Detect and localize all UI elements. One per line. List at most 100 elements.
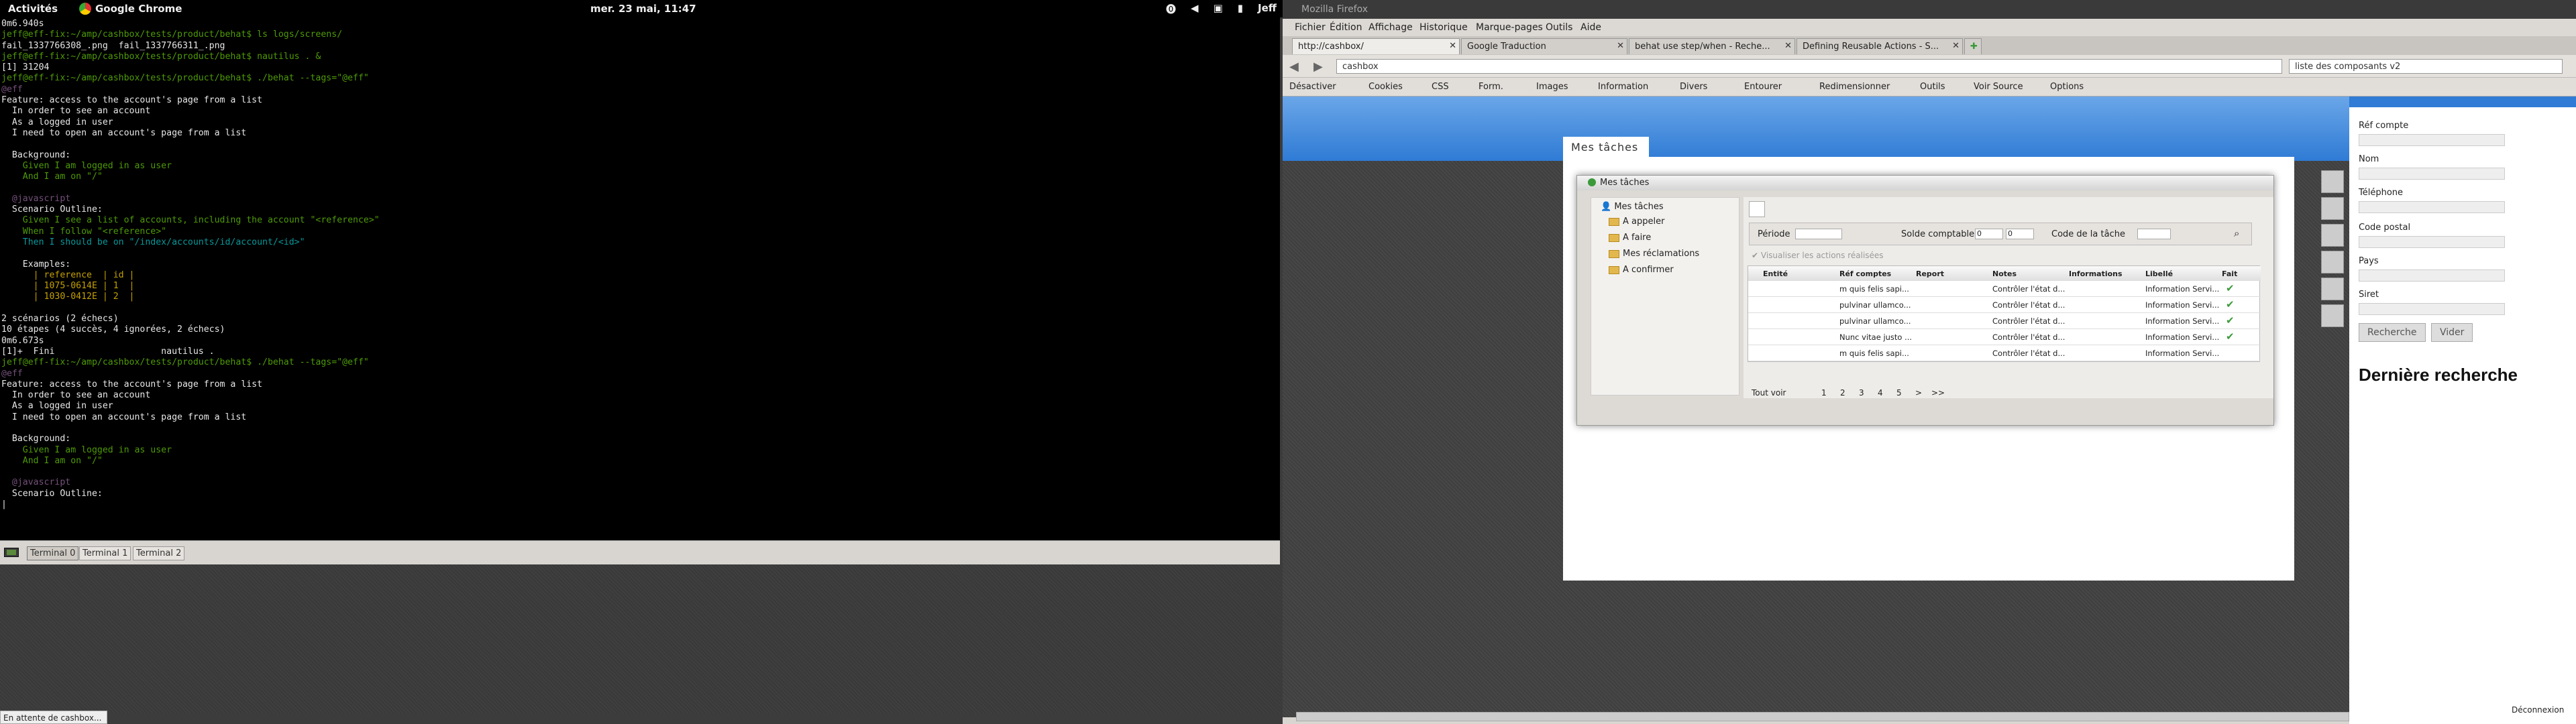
- done-cell: ✔: [2226, 298, 2235, 310]
- col-entite[interactable]: Entité: [1763, 269, 1788, 278]
- dev-desactiver[interactable]: Désactiver: [1289, 82, 1336, 92]
- tool-icon[interactable]: [2321, 278, 2344, 300]
- horizontal-scrollbar[interactable]: [1296, 712, 2349, 721]
- code-postal-input[interactable]: [2359, 236, 2505, 248]
- terminal-output[interactable]: 0m6.940s jeff@eff-fix:~/amp/cashbox/tests…: [0, 17, 1280, 540]
- page-last[interactable]: >>: [1931, 388, 1945, 398]
- edit-icon[interactable]: [1749, 201, 1765, 217]
- pays-input[interactable]: [2359, 269, 2505, 282]
- back-icon[interactable]: ◀: [1289, 60, 1299, 74]
- page-tab-mes-taches[interactable]: Mes tâches: [1563, 137, 1649, 157]
- tree-item-a-confirmer[interactable]: A confirmer: [1609, 265, 1674, 277]
- dev-cookies[interactable]: Cookies: [1368, 82, 1403, 92]
- table-row[interactable]: pulvinar ullamco... Contrôler l'état d...…: [1748, 297, 2261, 313]
- logout-link[interactable]: Déconnexion: [2512, 705, 2564, 715]
- search-button[interactable]: Recherche: [2359, 323, 2426, 342]
- page-5[interactable]: 5: [1896, 388, 1902, 398]
- chrome-icon: [79, 3, 91, 15]
- dev-redimensionner[interactable]: Redimensionner: [1819, 82, 1890, 92]
- close-icon[interactable]: ✕: [1784, 41, 1792, 51]
- dev-css[interactable]: CSS: [1432, 82, 1449, 92]
- app-menu[interactable]: Google Chrome: [95, 3, 182, 15]
- page-3[interactable]: 3: [1859, 388, 1864, 398]
- page-2[interactable]: 2: [1840, 388, 1845, 398]
- dev-entourer[interactable]: Entourer: [1744, 82, 1782, 92]
- table-row[interactable]: m quis felis sapi... Contrôler l'état d..…: [1748, 281, 2261, 297]
- ref-compte-input[interactable]: [2359, 134, 2505, 146]
- tree-root[interactable]: 👤 Mes tâches: [1601, 202, 1664, 214]
- col-informations[interactable]: Informations: [2069, 269, 2123, 278]
- dev-divers[interactable]: Divers: [1680, 82, 1707, 92]
- tree-item-a-appeler[interactable]: A appeler: [1609, 217, 1664, 229]
- tool-icon[interactable]: [2321, 224, 2344, 247]
- user-menu[interactable]: Jeff: [1258, 2, 1277, 16]
- page-4[interactable]: 4: [1878, 388, 1883, 398]
- menu-affichage[interactable]: Affichage: [1368, 22, 1413, 33]
- tree-item-a-faire[interactable]: A faire: [1609, 233, 1651, 245]
- system-tray: ⓿ ◀ ▣ ▮ Jeff: [1166, 2, 1277, 16]
- tool-icon[interactable]: [2321, 170, 2344, 193]
- notes-cell: Contrôler l'état d...: [1992, 349, 2065, 358]
- dev-outils[interactable]: Outils: [1920, 82, 1945, 92]
- periode-input[interactable]: [1795, 229, 1842, 239]
- tab-reusable-actions[interactable]: Defining Reusable Actions - S... ✕: [1796, 38, 1963, 54]
- network-icon[interactable]: ▣: [1214, 2, 1223, 16]
- accessibility-icon[interactable]: ⓿: [1166, 2, 1176, 16]
- menu-outils[interactable]: Outils: [1546, 22, 1572, 33]
- menu-marque-pages[interactable]: Marque-pages: [1476, 22, 1543, 33]
- menu-edition[interactable]: Édition: [1330, 22, 1362, 33]
- tab-terminal-2[interactable]: Terminal 2: [133, 546, 185, 560]
- page-header: [1283, 97, 2349, 161]
- tab-google-translate[interactable]: Google Traduction ✕: [1461, 38, 1627, 54]
- tool-icon[interactable]: [2321, 251, 2344, 274]
- dev-form[interactable]: Form.: [1479, 82, 1503, 92]
- tool-icon[interactable]: [2321, 304, 2344, 327]
- col-libelle[interactable]: Libellé: [2145, 269, 2173, 278]
- menu-historique[interactable]: Historique: [1419, 22, 1468, 33]
- menu-fichier[interactable]: Fichier: [1295, 22, 1326, 33]
- close-icon[interactable]: ✕: [1617, 41, 1624, 51]
- code-input[interactable]: [2137, 229, 2171, 239]
- battery-icon[interactable]: ▮: [1238, 2, 1243, 16]
- tab-terminal-1[interactable]: Terminal 1: [79, 546, 131, 560]
- table-row[interactable]: m quis felis sapi... Contrôler l'état d..…: [1748, 345, 2261, 361]
- search-box[interactable]: liste des composants v2: [2289, 59, 2563, 74]
- tab-terminal-0[interactable]: Terminal 0: [27, 546, 79, 560]
- nom-input[interactable]: [2359, 168, 2505, 180]
- search-icon[interactable]: ⌕: [2234, 227, 2239, 239]
- activities-button[interactable]: Activités: [8, 3, 58, 15]
- tool-icon[interactable]: [2321, 197, 2344, 220]
- volume-icon[interactable]: ◀: [1191, 2, 1199, 16]
- tree-item-mes-reclamations[interactable]: Mes réclamations: [1609, 249, 1699, 261]
- col-notes[interactable]: Notes: [1992, 269, 2017, 278]
- status-icon: [1588, 178, 1596, 186]
- new-tab-button[interactable]: ✚: [1964, 38, 1982, 54]
- close-icon[interactable]: ✕: [1952, 41, 1960, 51]
- show-done-checkbox[interactable]: ✔ Visualiser les actions réalisées: [1752, 251, 1884, 260]
- page-next[interactable]: >: [1915, 388, 1922, 398]
- solde-from-input[interactable]: 0: [1975, 229, 2003, 239]
- table-row[interactable]: Nunc vitae justo ... Contrôler l'état d..…: [1748, 329, 2261, 345]
- url-bar[interactable]: cashbox: [1336, 59, 2282, 74]
- telephone-input[interactable]: [2359, 201, 2505, 213]
- dev-information[interactable]: Information: [1598, 82, 1648, 92]
- menu-aide[interactable]: Aide: [1580, 22, 1601, 33]
- col-ref[interactable]: Réf comptes: [1839, 269, 1891, 278]
- col-fait[interactable]: Fait: [2222, 269, 2237, 278]
- tab-behat-search[interactable]: behat use step/when - Reche... ✕: [1629, 38, 1795, 54]
- col-report[interactable]: Report: [1916, 269, 1944, 278]
- show-all-button[interactable]: Tout voir: [1752, 388, 1786, 398]
- tab-cashbox[interactable]: http://cashbox/ ✕: [1292, 38, 1460, 54]
- forward-icon[interactable]: ▶: [1313, 60, 1323, 74]
- dev-options[interactable]: Options: [2050, 82, 2084, 92]
- close-icon[interactable]: ✕: [1449, 41, 1456, 51]
- clock[interactable]: mer. 23 mai, 11:47: [590, 3, 696, 15]
- solde-to-input[interactable]: 0: [2006, 229, 2034, 239]
- dev-voir-source[interactable]: Voir Source: [1974, 82, 2023, 92]
- dev-images[interactable]: Images: [1536, 82, 1568, 92]
- table-row[interactable]: pulvinar ullamco... Contrôler l'état d...…: [1748, 313, 2261, 329]
- page-1[interactable]: 1: [1821, 388, 1827, 398]
- clear-button[interactable]: Vider: [2431, 323, 2473, 342]
- siret-input[interactable]: [2359, 303, 2505, 315]
